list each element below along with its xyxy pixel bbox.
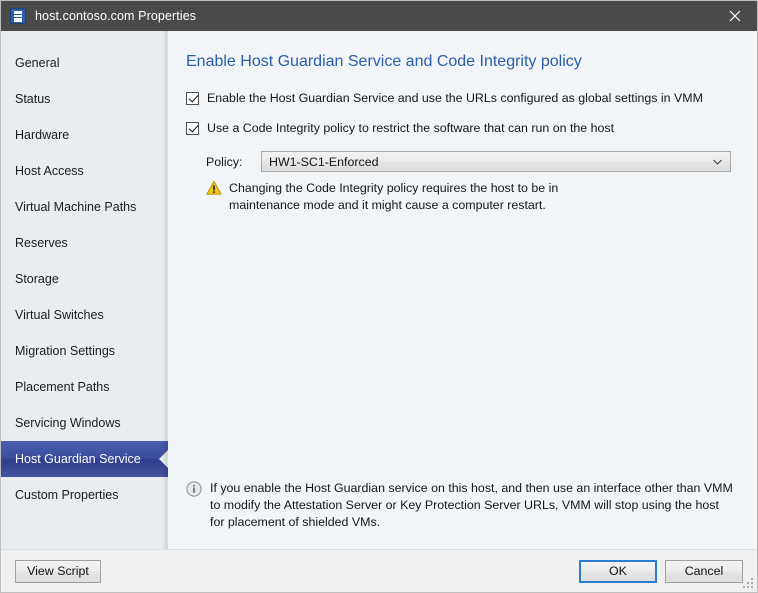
sidebar-item-storage[interactable]: Storage: [1, 261, 168, 297]
footer-action-buttons: OK Cancel: [579, 559, 743, 583]
cancel-button[interactable]: Cancel: [665, 559, 743, 583]
dialog-footer: View Script OK Cancel: [1, 549, 757, 592]
sidebar-nav: General Status Hardware Host Access Virt…: [1, 31, 168, 549]
sidebar-item-virtual-switches[interactable]: Virtual Switches: [1, 297, 168, 333]
policy-label: Policy:: [206, 154, 243, 169]
sidebar-item-status[interactable]: Status: [1, 81, 168, 117]
use-code-integrity-policy-checkbox[interactable]: [186, 122, 199, 135]
sidebar-item-label: Hardware: [15, 128, 70, 142]
hgs-info-note: If you enable the Host Guardian service …: [186, 480, 735, 531]
content-panel: Enable Host Guardian Service and Code In…: [168, 31, 757, 549]
chevron-down-icon: [713, 159, 722, 165]
sidebar-item-migration-settings[interactable]: Migration Settings: [1, 333, 168, 369]
close-button[interactable]: [712, 1, 757, 31]
enable-hgs-checkbox[interactable]: [186, 92, 199, 105]
window-title: host.contoso.com Properties: [35, 9, 197, 23]
code-integrity-warning-text: Changing the Code Integrity policy requi…: [229, 181, 559, 212]
sidebar-item-label: Host Guardian Service: [15, 452, 141, 466]
server-properties-icon: [10, 8, 26, 24]
resize-grip-icon[interactable]: [741, 576, 754, 589]
properties-dialog-window: host.contoso.com Properties General Stat…: [0, 0, 758, 593]
sidebar-item-placement-paths[interactable]: Placement Paths: [1, 369, 168, 405]
sidebar-item-label: Storage: [15, 272, 59, 286]
dialog-body: General Status Hardware Host Access Virt…: [1, 31, 757, 549]
sidebar-item-servicing-windows[interactable]: Servicing Windows: [1, 405, 168, 441]
page-title: Enable Host Guardian Service and Code In…: [186, 53, 582, 70]
policy-dropdown-value: HW1-SC1-Enforced: [269, 154, 379, 169]
sidebar-item-custom-properties[interactable]: Custom Properties: [1, 477, 168, 513]
sidebar-item-host-access[interactable]: Host Access: [1, 153, 168, 189]
info-circle-icon: [186, 481, 202, 497]
sidebar-item-label: Virtual Machine Paths: [15, 200, 137, 214]
ok-button[interactable]: OK: [579, 559, 657, 583]
policy-row: Policy: HW1-SC1-Enforced: [206, 151, 735, 172]
sidebar-item-virtual-machine-paths[interactable]: Virtual Machine Paths: [1, 189, 168, 225]
hgs-info-note-text: If you enable the Host Guardian service …: [210, 481, 733, 529]
title-bar: host.contoso.com Properties: [1, 1, 757, 31]
sidebar-item-label: Host Access: [15, 164, 84, 178]
code-integrity-checkbox-row: Use a Code Integrity policy to restrict …: [186, 121, 735, 135]
sidebar-item-label: Status: [15, 92, 51, 106]
sidebar-item-label: Custom Properties: [15, 488, 119, 502]
sidebar-item-general[interactable]: General: [1, 45, 168, 81]
sidebar-item-hardware[interactable]: Hardware: [1, 117, 168, 153]
view-script-button[interactable]: View Script: [15, 559, 101, 583]
warning-triangle-icon: [206, 180, 222, 195]
sidebar-item-label: Reserves: [15, 236, 68, 250]
sidebar-item-label: General: [15, 56, 60, 70]
policy-dropdown[interactable]: HW1-SC1-Enforced: [261, 151, 731, 172]
hgs-checkbox-row: Enable the Host Guardian Service and use…: [186, 91, 735, 105]
sidebar-item-host-guardian-service[interactable]: Host Guardian Service: [1, 441, 168, 477]
use-code-integrity-policy-label: Use a Code Integrity policy to restrict …: [207, 121, 615, 135]
code-integrity-warning: Changing the Code Integrity policy requi…: [206, 180, 626, 214]
close-icon: [729, 10, 740, 22]
sidebar-item-label: Placement Paths: [15, 380, 110, 394]
sidebar-item-label: Migration Settings: [15, 344, 116, 358]
sidebar-item-reserves[interactable]: Reserves: [1, 225, 168, 261]
sidebar-item-label: Servicing Windows: [15, 416, 121, 430]
enable-hgs-checkbox-label: Enable the Host Guardian Service and use…: [207, 91, 703, 105]
sidebar-item-label: Virtual Switches: [15, 308, 104, 322]
